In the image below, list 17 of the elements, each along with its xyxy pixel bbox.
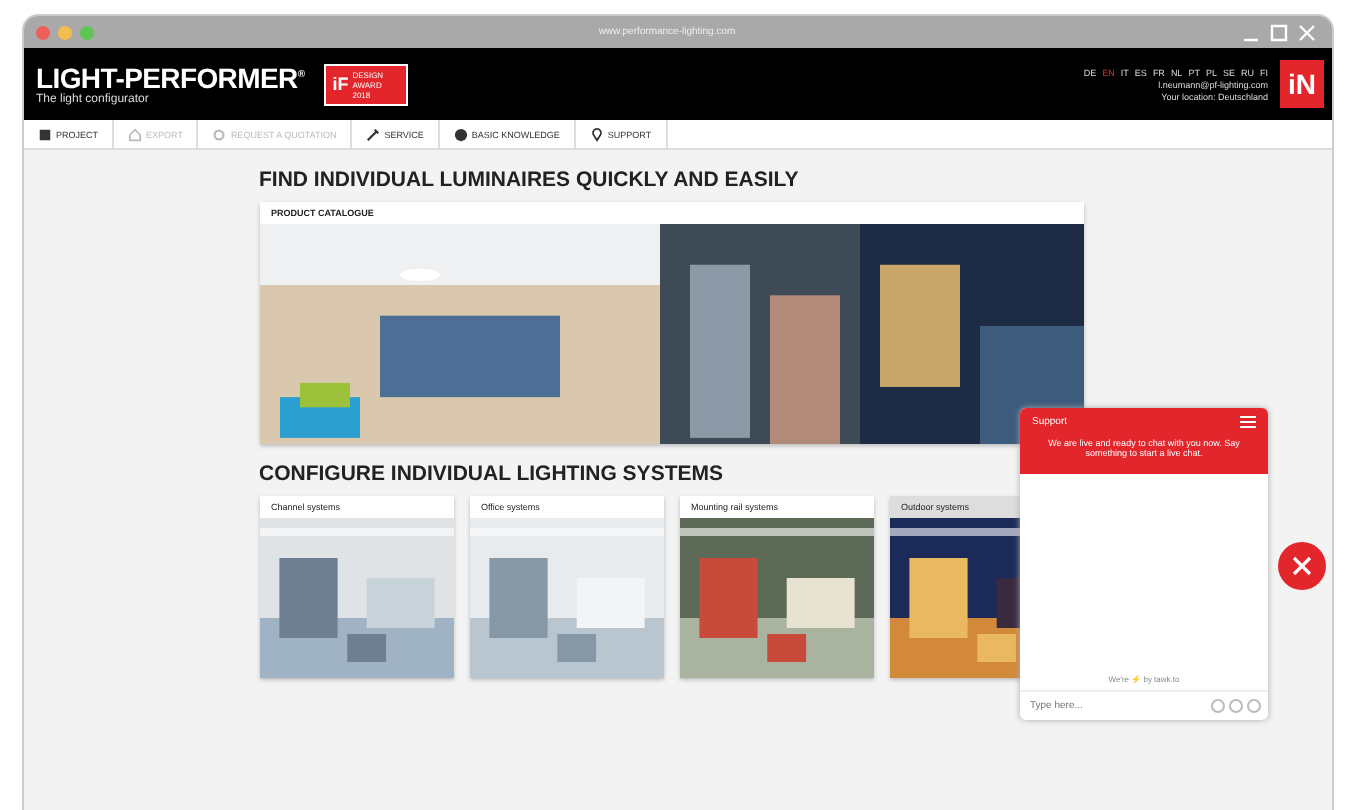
ring-icon — [212, 127, 227, 141]
close-dot[interactable] — [36, 25, 50, 39]
house-icon — [128, 127, 143, 141]
circle-icon — [453, 127, 468, 141]
zoom-dot[interactable] — [80, 25, 94, 39]
wrench-icon — [366, 127, 381, 141]
menu-icon[interactable] — [1240, 416, 1256, 428]
window-controls-icon[interactable] — [1240, 22, 1320, 42]
pin-icon — [589, 127, 604, 141]
square-icon — [38, 127, 52, 141]
section-heading: FIND INDIVIDUAL LUMINAIRES QUICKLY AND EASILY — [259, 168, 801, 192]
chat-tools-icon[interactable] — [1210, 698, 1262, 714]
section-heading: CONFIGURE INDIVIDUAL LIGHTING SYSTEMS — [259, 462, 725, 486]
close-chat-button[interactable] — [1278, 542, 1326, 590]
brand-logo: iN — [1280, 60, 1324, 108]
minimize-dot[interactable] — [58, 25, 72, 39]
logo-text: LIGHT-PERFORMER$^{®}$ — [36, 62, 305, 94]
